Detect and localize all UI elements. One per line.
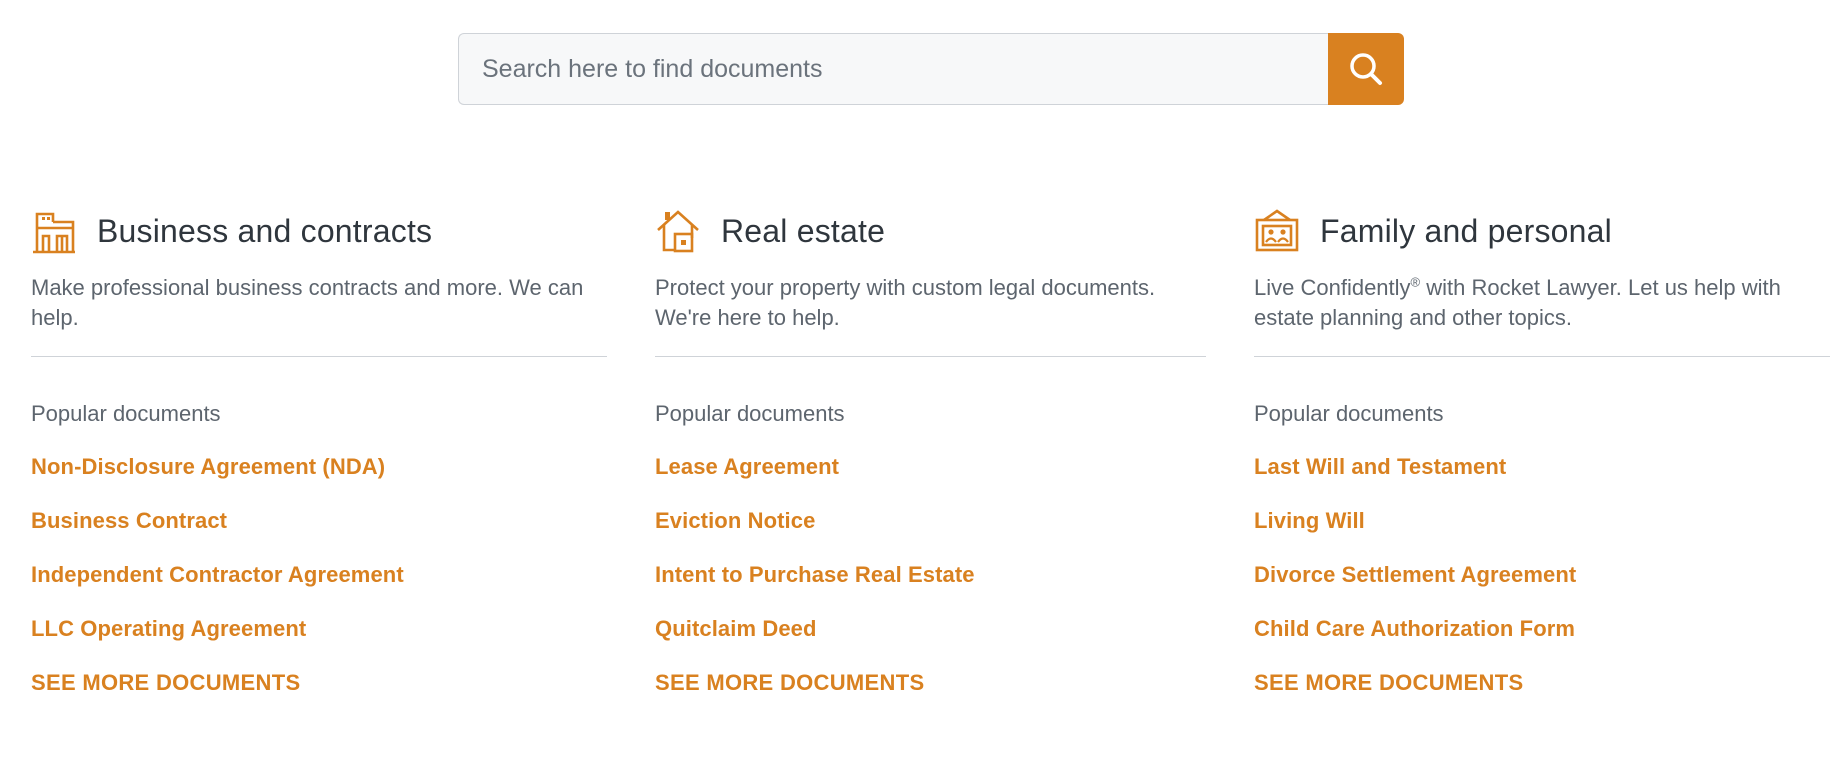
list-item: Eviction Notice [655, 508, 1206, 562]
list-item: LLC Operating Agreement [31, 616, 607, 670]
list-item: Quitclaim Deed [655, 616, 1206, 670]
category-description: Live Confidently® with Rocket Lawyer. Le… [1254, 273, 1830, 333]
category-title: Real estate [721, 212, 886, 249]
list-item: Business Contract [31, 508, 607, 562]
popular-documents-label: Popular documents [1254, 401, 1444, 426]
category-header: Business and contracts [31, 205, 607, 257]
list-item: Lease Agreement [655, 454, 1206, 508]
document-link[interactable]: Last Will and Testament [1254, 454, 1506, 479]
document-link[interactable]: LLC Operating Agreement [31, 616, 306, 641]
category-real-estate: Real estate Protect your property with c… [655, 205, 1206, 725]
category-header: Family and personal [1254, 205, 1830, 257]
registered-mark: ® [1410, 274, 1421, 290]
document-link[interactable]: Business Contract [31, 508, 227, 533]
document-list: Last Will and Testament Living Will Divo… [1254, 454, 1830, 724]
document-link[interactable]: Intent to Purchase Real Estate [655, 562, 975, 587]
family-photo-icon [1255, 209, 1299, 252]
list-item: Last Will and Testament [1254, 454, 1830, 508]
category-header: Real estate [655, 205, 1206, 257]
document-list: Non-Disclosure Agreement (NDA) Business … [31, 454, 607, 724]
list-item: Child Care Authorization Form [1254, 616, 1830, 670]
document-link[interactable]: Eviction Notice [655, 508, 815, 533]
search-button[interactable] [1328, 33, 1404, 105]
divider [31, 356, 607, 357]
category-description: Make professional business contracts and… [31, 275, 584, 330]
see-more-documents-link[interactable]: SEE MORE DOCUMENTS [31, 670, 300, 696]
popular-documents-label: Popular documents [655, 401, 845, 426]
category-title: Family and personal [1320, 212, 1612, 249]
document-link[interactable]: Child Care Authorization Form [1254, 616, 1575, 641]
popular-documents-label: Popular documents [31, 401, 221, 426]
document-link[interactable]: Independent Contractor Agreement [31, 562, 404, 587]
list-item: Living Will [1254, 508, 1830, 562]
search-bar [458, 33, 1404, 105]
category-columns: Business and contracts Make professional… [0, 205, 1845, 725]
list-item: SEE MORE DOCUMENTS [1254, 670, 1830, 724]
search-icon [1350, 53, 1382, 85]
search-input[interactable] [458, 33, 1328, 105]
see-more-documents-link[interactable]: SEE MORE DOCUMENTS [1254, 670, 1523, 696]
divider [1254, 356, 1830, 357]
list-item: Intent to Purchase Real Estate [655, 562, 1206, 616]
category-title: Business and contracts [97, 212, 433, 249]
see-more-documents-link[interactable]: SEE MORE DOCUMENTS [655, 670, 924, 696]
list-item: Independent Contractor Agreement [31, 562, 607, 616]
category-business-and-contracts: Business and contracts Make professional… [31, 205, 607, 725]
category-family-and-personal: Family and personal Live Confidently® wi… [1254, 205, 1830, 725]
document-link[interactable]: Non-Disclosure Agreement (NDA) [31, 454, 385, 479]
document-link[interactable]: Living Will [1254, 508, 1365, 533]
divider [655, 356, 1206, 357]
list-item: Non-Disclosure Agreement (NDA) [31, 454, 607, 508]
office-building-icon [33, 212, 75, 254]
list-item: SEE MORE DOCUMENTS [655, 670, 1206, 724]
list-item: SEE MORE DOCUMENTS [31, 670, 607, 724]
category-description: Protect your property with custom legal … [655, 275, 1156, 330]
document-link[interactable]: Divorce Settlement Agreement [1254, 562, 1576, 587]
document-link[interactable]: Quitclaim Deed [655, 616, 817, 641]
document-list: Lease Agreement Eviction Notice Intent t… [655, 454, 1206, 724]
description-text: Live Confidently [1254, 275, 1411, 300]
house-icon [657, 210, 699, 253]
document-link[interactable]: Lease Agreement [655, 454, 839, 479]
list-item: Divorce Settlement Agreement [1254, 562, 1830, 616]
